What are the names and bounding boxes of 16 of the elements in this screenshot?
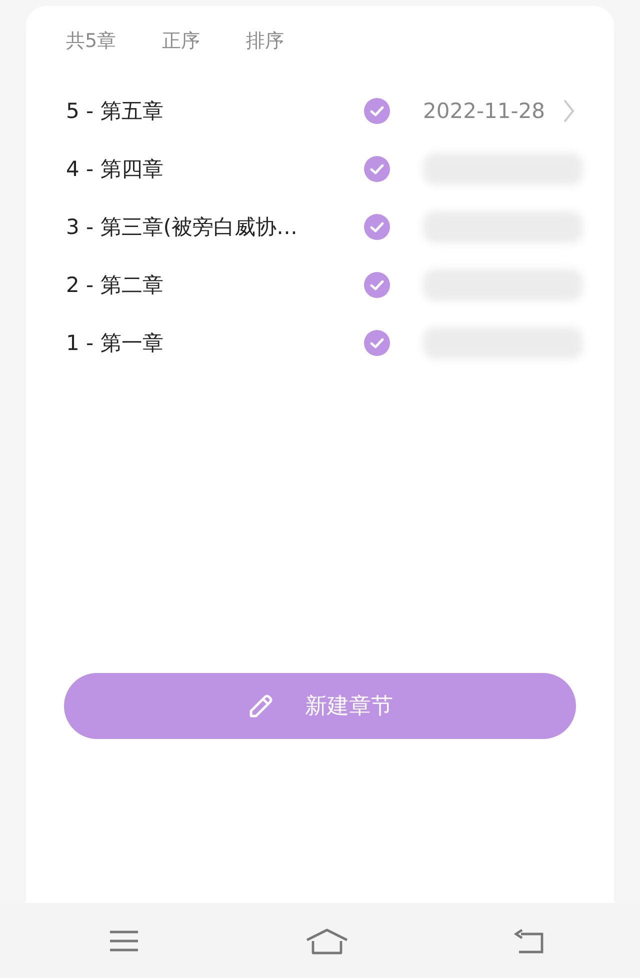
check-icon[interactable] [364,214,390,240]
chapter-title[interactable]: 3 - 第三章(被旁白威协… [66,213,364,241]
check-icon[interactable] [364,98,390,124]
check-icon[interactable] [364,156,390,182]
chapter-title[interactable]: 5 - 第五章 [66,97,364,125]
back-icon[interactable] [513,926,545,954]
pencil-icon [247,692,275,720]
chapter-date: 2022-11-28 [423,99,546,123]
home-icon[interactable] [304,926,348,954]
check-icon[interactable] [364,272,390,298]
chapter-title[interactable]: 2 - 第二章 [66,271,364,299]
chapter-title[interactable]: 1 - 第一章 [66,329,364,357]
chapter-count: 共5章 [66,29,116,54]
check-icon[interactable] [364,330,390,356]
chevron-right-icon[interactable] [563,99,576,123]
chapter-title[interactable]: 4 - 第四章 [66,155,364,183]
